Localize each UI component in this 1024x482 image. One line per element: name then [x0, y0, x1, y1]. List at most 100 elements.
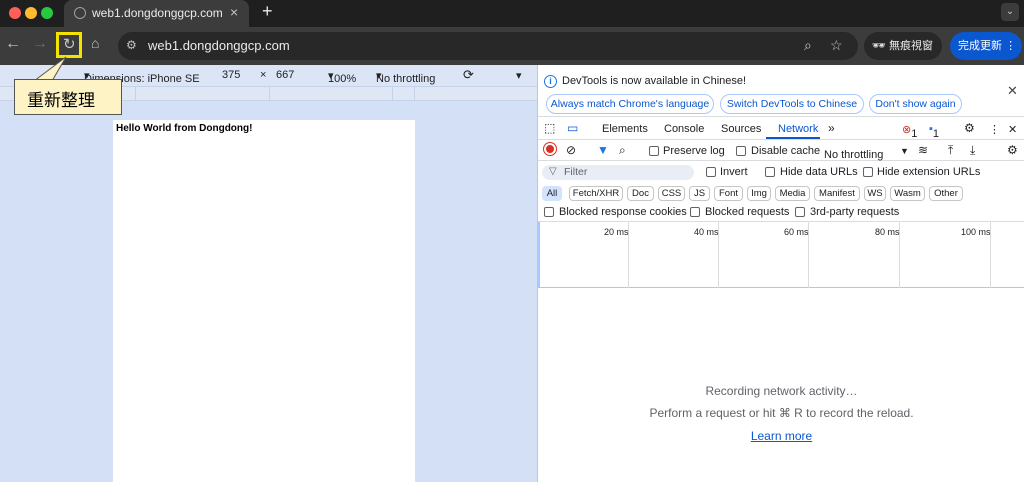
- close-icon[interactable]: ✕: [1007, 83, 1018, 99]
- url-text: web1.dongdonggcp.com: [148, 38, 290, 53]
- minimize-window-button[interactable]: [25, 7, 37, 19]
- more-options-icon[interactable]: ⋮: [989, 123, 1000, 136]
- chip-img[interactable]: Img: [747, 186, 771, 201]
- address-bar[interactable]: ⚙ web1.dongdonggcp.com ⌕ ☆: [118, 32, 858, 60]
- tab-network[interactable]: Network: [778, 123, 818, 135]
- device-options-chevron-icon[interactable]: ▾: [516, 69, 522, 82]
- tab-elements[interactable]: Elements: [602, 123, 648, 135]
- chip-media[interactable]: Media: [775, 186, 810, 201]
- back-arrow-icon[interactable]: ←: [5, 35, 21, 53]
- message-counter[interactable]: ▪ 1: [929, 123, 939, 140]
- update-label: 完成更新: [958, 40, 1002, 52]
- rotate-icon[interactable]: ⟳: [463, 67, 474, 83]
- menu-kebab-icon: ⋮: [1005, 40, 1017, 52]
- match-language-button[interactable]: Always match Chrome's language: [546, 94, 714, 114]
- chip-other[interactable]: Other: [929, 186, 963, 201]
- new-tab-button[interactable]: +: [262, 1, 273, 22]
- inspect-element-icon[interactable]: ⬚: [544, 121, 555, 135]
- times-icon: ×: [260, 69, 267, 81]
- blocked-requests-label: Blocked requests: [705, 206, 790, 218]
- disable-cache-checkbox[interactable]: [736, 146, 746, 156]
- empty-state-title: Recording network activity…: [705, 384, 858, 398]
- incognito-icon: 🕶: [872, 40, 886, 52]
- throttling-chevron-icon[interactable]: ▼: [900, 146, 909, 156]
- zoom-icon[interactable]: ⌕: [804, 37, 812, 54]
- tab-close-icon[interactable]: ×: [230, 4, 238, 20]
- chip-font[interactable]: Font: [714, 186, 743, 201]
- chip-css[interactable]: CSS: [658, 186, 685, 201]
- page-content-text: Hello World from Dongdong!: [116, 123, 253, 134]
- settings-gear-icon[interactable]: ⚙: [964, 121, 975, 135]
- forward-arrow-icon[interactable]: →: [32, 35, 48, 53]
- chip-wasm[interactable]: Wasm: [890, 186, 925, 201]
- chip-doc[interactable]: Doc: [627, 186, 654, 201]
- blocked-response-cookies-checkbox[interactable]: [544, 207, 554, 217]
- import-har-icon[interactable]: ⤒: [948, 143, 953, 158]
- incognito-button[interactable]: 🕶 無痕視窗: [864, 32, 942, 60]
- blocked-filters-row: Blocked response cookies Blocked request…: [538, 204, 1024, 222]
- hide-data-urls-label: Hide data URLs: [780, 166, 858, 178]
- switch-to-chinese-button[interactable]: Switch DevTools to Chinese: [720, 94, 864, 114]
- reload-callout: 重新整理: [14, 79, 122, 115]
- filter-row: Filter ▽ Invert Hide data URLs Hide exte…: [538, 162, 1024, 182]
- filter-icon: ▽: [549, 166, 557, 177]
- close-window-button[interactable]: [9, 7, 21, 19]
- device-width-input[interactable]: 375: [222, 69, 240, 81]
- preserve-log-checkbox[interactable]: [649, 146, 659, 156]
- device-emulation-pane: Dimensions: iPhone SE ▾ 375 × 667 100% ▾…: [0, 65, 537, 482]
- chip-manifest[interactable]: Manifest: [814, 186, 860, 201]
- emulated-viewport: Hello World from Dongdong!: [113, 120, 415, 482]
- timeline-tick-label: 60 ms: [784, 227, 809, 237]
- hide-extension-urls-checkbox[interactable]: [863, 167, 873, 177]
- filter-funnel-icon[interactable]: ▼: [597, 143, 609, 157]
- blocked-response-cookies-label: Blocked response cookies: [559, 206, 687, 218]
- filter-placeholder: Filter: [564, 166, 588, 178]
- disable-cache-label: Disable cache: [751, 145, 821, 157]
- preserve-log-label: Preserve log: [663, 145, 725, 157]
- invert-label: Invert: [720, 166, 748, 178]
- chip-fetch-xhr[interactable]: Fetch/XHR: [569, 186, 623, 201]
- search-icon[interactable]: ⌕: [619, 143, 626, 158]
- site-settings-icon[interactable]: ⚙: [126, 38, 137, 52]
- browser-tab[interactable]: web1.dongdonggcp.com ×: [64, 0, 249, 27]
- learn-more-link[interactable]: Learn more: [538, 429, 1024, 443]
- tab-sources[interactable]: Sources: [721, 123, 761, 135]
- tab-search-chevron-icon[interactable]: ⌄: [1001, 3, 1019, 21]
- zoom-select[interactable]: 100% ▾: [328, 69, 356, 85]
- network-overview-timeline[interactable]: 20 ms 40 ms 60 ms 80 ms 100 ms: [538, 222, 1024, 288]
- chip-all[interactable]: All: [542, 186, 562, 201]
- resource-type-filter: All Fetch/XHR Doc CSS JS Font Img Media …: [538, 184, 1024, 202]
- export-har-icon[interactable]: ⤓: [970, 143, 975, 158]
- invert-checkbox[interactable]: [706, 167, 716, 177]
- active-tab-indicator: [766, 137, 820, 139]
- device-throttling-select[interactable]: No throttling ▾: [376, 69, 435, 85]
- devtools-panel: i DevTools is now available in Chinese! …: [537, 65, 1024, 482]
- dont-show-again-button[interactable]: Don't show again: [869, 94, 962, 114]
- info-text: DevTools is now available in Chinese!: [562, 75, 747, 87]
- update-button[interactable]: 完成更新 ⋮: [950, 32, 1022, 60]
- globe-icon: [74, 7, 86, 19]
- hide-data-urls-checkbox[interactable]: [765, 167, 775, 177]
- blocked-requests-checkbox[interactable]: [690, 207, 700, 217]
- clear-icon[interactable]: ⊘: [566, 143, 576, 157]
- chip-ws[interactable]: WS: [864, 186, 886, 201]
- close-devtools-icon[interactable]: ✕: [1008, 123, 1017, 136]
- home-icon[interactable]: ⌂: [91, 35, 99, 51]
- network-settings-gear-icon[interactable]: ⚙: [1007, 143, 1018, 157]
- third-party-requests-checkbox[interactable]: [795, 207, 805, 217]
- tab-console[interactable]: Console: [664, 123, 704, 135]
- tab-title: web1.dongdonggcp.com: [92, 6, 223, 20]
- record-stop-icon[interactable]: [544, 143, 556, 155]
- filter-input[interactable]: Filter: [542, 165, 694, 180]
- more-tabs-icon[interactable]: »: [828, 121, 835, 135]
- language-infobar: i DevTools is now available in Chinese! …: [538, 65, 1024, 117]
- error-counter[interactable]: ⊗ 1: [902, 123, 917, 140]
- bookmark-star-icon[interactable]: ☆: [830, 37, 843, 54]
- device-toggle-icon[interactable]: ▭: [567, 121, 578, 135]
- device-height-input[interactable]: 667: [276, 69, 294, 81]
- network-toolbar: ⊘ ▼ ⌕ Preserve log Disable cache No thro…: [538, 141, 1024, 161]
- zoom-window-button[interactable]: [41, 7, 53, 19]
- chip-js[interactable]: JS: [689, 186, 710, 201]
- network-conditions-icon[interactable]: ≋: [918, 143, 928, 157]
- third-party-requests-label: 3rd-party requests: [810, 206, 900, 218]
